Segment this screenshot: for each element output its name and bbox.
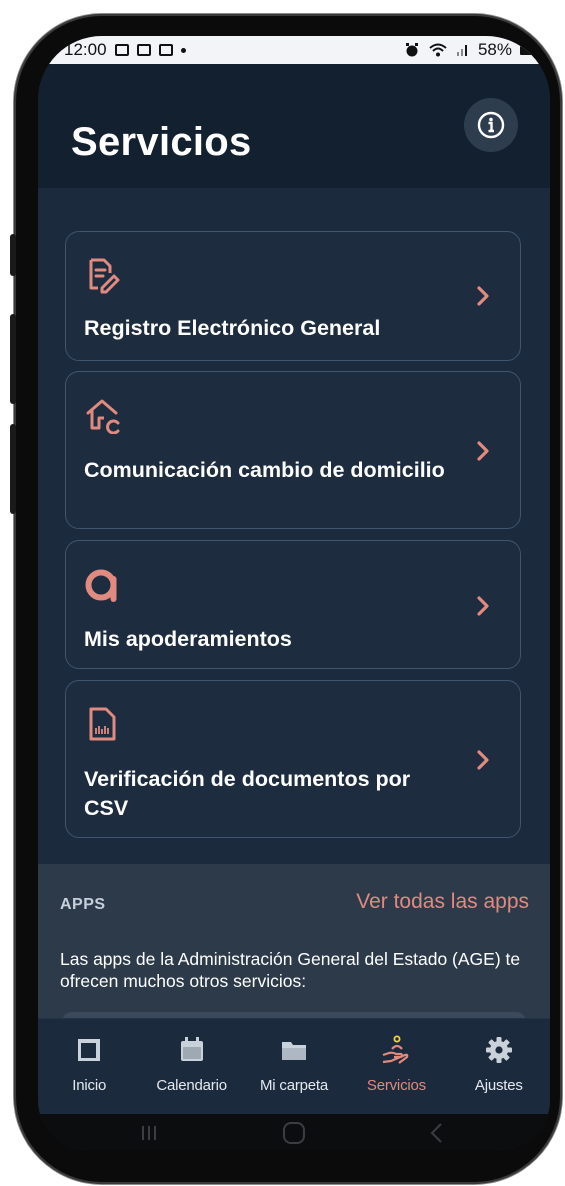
status-time: 12:00 [64,40,107,59]
apoderamientos-logo-icon [85,569,117,602]
service-title: Comunicación cambio de domicilio [84,458,445,482]
more-notifications-icon [180,47,186,53]
alarm-icon [405,43,418,57]
chevron-right-icon [477,441,489,461]
battery-percent: 58% [477,40,512,59]
battery-icon [520,45,532,55]
tab-label: Mi carpeta [260,1077,329,1094]
service-card-apoderamientos[interactable]: Mis apoderamientos [65,540,521,669]
chevron-right-icon [477,596,489,616]
page-title: Servicios [71,120,252,164]
see-all-apps-link[interactable]: Ver todas las apps [356,890,529,914]
chevron-right-icon [477,286,489,306]
tab-label: Servicios [366,1077,426,1094]
tab-label: Ajustes [474,1077,523,1094]
back-icon[interactable] [422,1120,452,1146]
status-bar: 12:00 58% [38,36,550,64]
tab-label: Calendario [156,1077,227,1094]
calendar-icon [180,1037,203,1061]
apps-section-title: APPS [60,896,106,913]
services-list: Registro Electrónico General Comunicació… [38,188,550,864]
signal-icon [456,45,467,56]
service-title: Verificación de documentos por CSV [84,767,411,820]
tab-inicio[interactable]: Inicio [38,1019,140,1115]
notification-icon [136,44,151,56]
house-change-icon [86,399,120,434]
hand-service-icon [383,1035,409,1064]
service-title: Mis apoderamientos [84,627,292,651]
header: Servicios [38,64,550,188]
tab-mi-carpeta[interactable]: Mi carpeta [243,1019,345,1115]
bottom-tab-bar: Inicio Calendario Mi carpeta Servicios A… [38,1018,550,1115]
apps-description: Las apps de la Administración General de… [60,949,521,991]
tab-servicios[interactable]: Servicios [345,1019,447,1115]
tab-label: Inicio [72,1077,107,1094]
wifi-icon [429,43,447,57]
volume-button [10,424,16,514]
tab-ajustes[interactable]: Ajustes [448,1019,550,1115]
service-card-domicilio[interactable]: Comunicación cambio de domicilio [65,371,521,529]
service-card-csv[interactable]: Verificación de documentos por CSV [65,680,521,838]
service-title: Registro Electrónico General [84,316,381,340]
apps-section: APPS Ver todas las apps Las apps de la A… [38,864,550,1024]
tab-calendario[interactable]: Calendario [140,1019,242,1115]
home-icon[interactable] [279,1120,309,1146]
gear-icon [485,1037,512,1063]
home-square-icon [78,1039,101,1061]
folder-icon [282,1042,307,1060]
chevron-right-icon [477,750,489,770]
recent-apps-icon[interactable] [134,1120,164,1146]
notification-icon [114,44,129,56]
volume-button [10,314,16,404]
info-button[interactable] [464,98,518,152]
document-barcode-icon [89,707,116,741]
info-icon [477,111,505,139]
system-navigation-bar [38,1114,550,1150]
side-button [10,234,16,276]
document-edit-icon [89,258,120,294]
screen: 12:00 58% Servicios Registro Electrónico… [38,36,550,1150]
image-icon [158,44,173,56]
service-card-registro[interactable]: Registro Electrónico General [65,231,521,361]
